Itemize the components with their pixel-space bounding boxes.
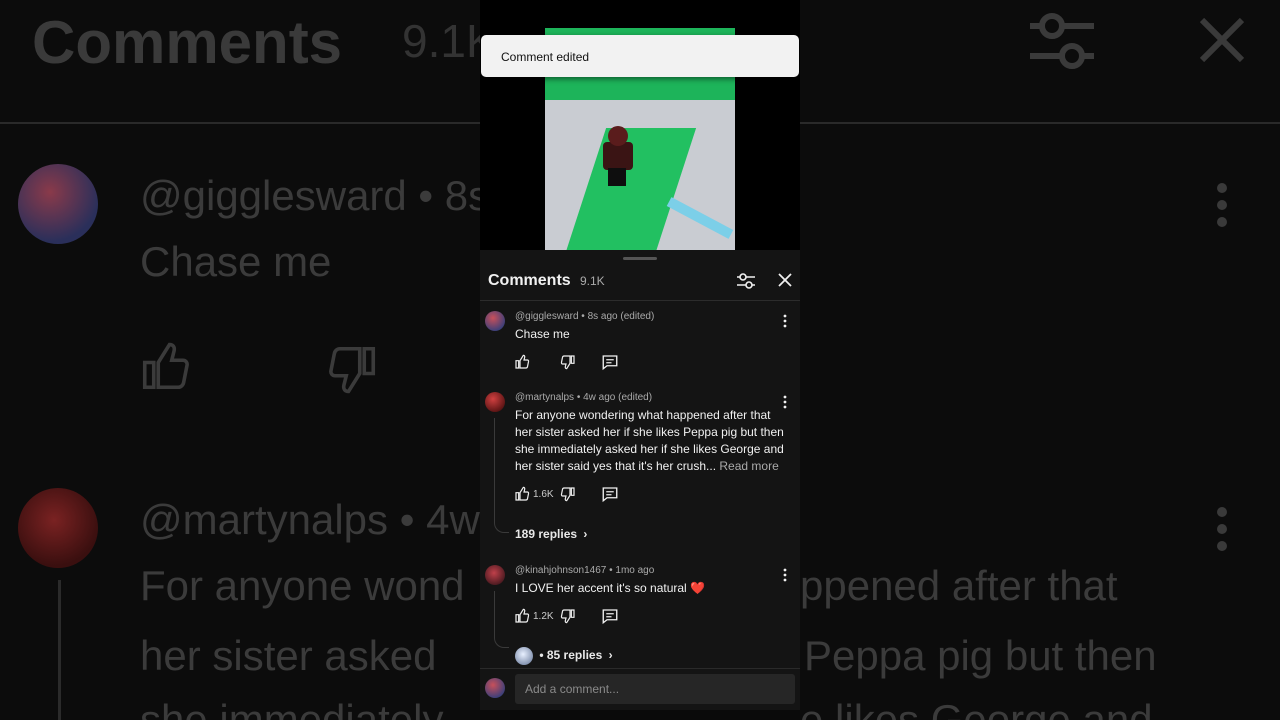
background-text-2-right-2: Peppa pig but then: [804, 632, 1157, 679]
bottom-edge: [480, 710, 800, 720]
avatar: [485, 678, 505, 698]
background-title: Comments: [32, 9, 343, 76]
background-avatar-2: [18, 488, 98, 568]
toast-notification: Comment edited: [481, 35, 799, 77]
comment-composer: [480, 668, 800, 711]
background-text-2-left-1: For anyone wond: [140, 562, 465, 609]
reply-icon[interactable]: [601, 607, 619, 625]
read-more-link[interactable]: Read more: [719, 459, 778, 473]
background-text-2-right-1: ppened after that: [800, 562, 1118, 609]
comment-item: @martynalps • 4w ago (edited) For anyone…: [480, 392, 800, 542]
video-character-head: [608, 126, 628, 146]
comments-sheet: Comments 9.1K @gigglesward • 8s ago (edi…: [480, 250, 800, 720]
avatar[interactable]: [485, 311, 505, 331]
dislike-icon[interactable]: [560, 353, 576, 371]
more-options-icon[interactable]: [779, 395, 791, 409]
background-text-1: Chase me: [140, 238, 332, 285]
background-filter-icon: [1030, 13, 1094, 69]
dislike-icon[interactable]: [560, 607, 576, 625]
like-count: 1.2K: [533, 611, 554, 622]
background-text-2-left-3: she immediately: [140, 696, 444, 720]
close-icon[interactable]: [776, 271, 794, 289]
add-comment-input[interactable]: [515, 674, 795, 704]
background-close-icon: [1199, 17, 1245, 63]
background-avatar-1: [18, 164, 98, 244]
view-replies-button[interactable]: • 85 replies ›: [515, 647, 613, 665]
comments-title: Comments: [488, 272, 571, 289]
comment-item: @kinahjohnson1467 • 1mo ago I LOVE her a…: [480, 565, 800, 665]
thread-connector: [494, 591, 509, 648]
comment-item: @gigglesward • 8s ago (edited) Chase me: [480, 311, 800, 381]
comment-meta[interactable]: @gigglesward • 8s ago (edited): [515, 311, 654, 322]
toast-message: Comment edited: [501, 50, 590, 64]
video-character-body: [603, 142, 633, 170]
reply-icon[interactable]: [601, 485, 619, 503]
view-replies-button[interactable]: 189 replies ›: [515, 527, 587, 541]
background-thread-line: [58, 580, 61, 720]
background-like-icon: [142, 342, 189, 390]
replies-label: • 85 replies: [539, 648, 603, 663]
background-text-2-right-3: e likes George and: [800, 696, 1153, 720]
video-character-legs: [608, 168, 626, 186]
like-icon[interactable]: [514, 607, 530, 625]
chevron-right-icon: ›: [583, 527, 588, 541]
comment-actions: 1.2K: [514, 607, 754, 627]
like-count: 1.6K: [533, 489, 554, 500]
replies-label: 189 replies: [515, 527, 578, 541]
background-author-1: @gigglesward • 8s: [140, 172, 490, 219]
comment-meta[interactable]: @martynalps • 4w ago (edited): [515, 392, 652, 403]
avatar[interactable]: [485, 565, 505, 585]
background-dislike-icon: [329, 346, 376, 394]
comment-text: For anyone wondering what happened after…: [515, 407, 785, 475]
thread-connector: [494, 418, 509, 533]
comments-count: 9.1K: [580, 274, 605, 288]
creator-reply-avatar: [515, 647, 533, 665]
background-kebab-icon-1: [1217, 183, 1227, 227]
comment-text: Chase me: [515, 327, 570, 341]
more-options-icon[interactable]: [779, 568, 791, 582]
chevron-right-icon: ›: [608, 648, 613, 663]
comment-actions: [514, 353, 754, 373]
background-text-2-left-2: her sister asked: [140, 632, 437, 679]
more-options-icon[interactable]: [779, 314, 791, 328]
comment-meta[interactable]: @kinahjohnson1467 • 1mo ago: [515, 565, 654, 576]
like-icon[interactable]: [514, 353, 530, 371]
comments-header: Comments 9.1K: [480, 262, 800, 301]
like-icon[interactable]: [514, 485, 530, 503]
phone-panel: Comment edited Comments 9.1K @giggleswar…: [480, 0, 800, 720]
background-author-2: @martynalps • 4w: [140, 496, 480, 543]
filter-icon[interactable]: [735, 270, 757, 292]
background-kebab-icon-2: [1217, 507, 1227, 551]
comment-actions: 1.6K: [514, 485, 754, 505]
reply-icon[interactable]: [601, 353, 619, 371]
avatar[interactable]: [485, 392, 505, 412]
drag-handle[interactable]: [623, 257, 657, 260]
dislike-icon[interactable]: [560, 485, 576, 503]
comment-text: I LOVE her accent it's so natural ❤️: [515, 581, 705, 595]
